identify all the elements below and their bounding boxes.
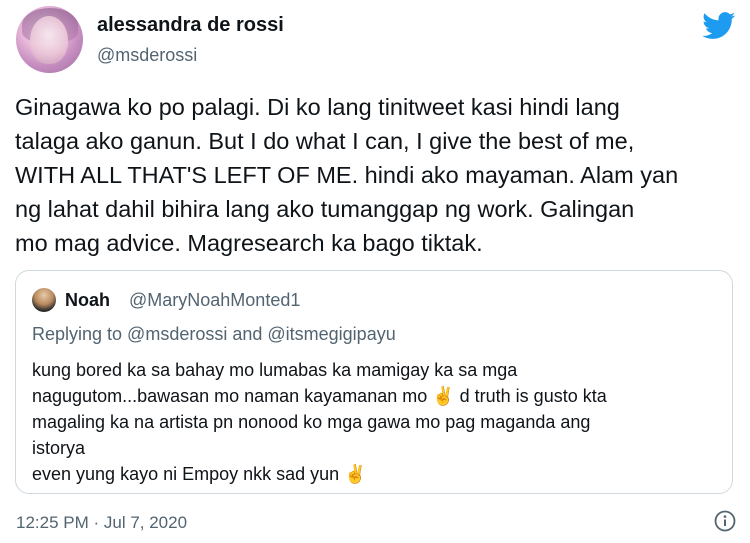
tweet-timestamp[interactable]: 12:25 PM · Jul 7, 2020 <box>16 513 187 533</box>
author-handle[interactable]: @msderossi <box>97 45 197 66</box>
twitter-bird-icon[interactable] <box>702 12 736 40</box>
quoted-author-avatar[interactable] <box>32 288 56 312</box>
author-display-name[interactable]: alessandra de rossi <box>97 14 284 37</box>
quoted-author-name[interactable]: Noah <box>65 290 110 311</box>
replying-to-line: Replying to @msderossi and @itsmegigipay… <box>32 324 396 344</box>
quoted-author-handle[interactable]: @MaryNoahMonted1 <box>129 290 300 311</box>
quoted-tweet-text: kung bored ka sa bahay mo lumabas ka mam… <box>32 360 607 484</box>
author-avatar[interactable] <box>16 6 83 73</box>
info-icon[interactable] <box>714 510 736 532</box>
tweet-text: Ginagawa ko po palagi. Di ko lang tinitw… <box>15 94 679 256</box>
embedded-tweet: alessandra de rossi @msderossi Ginagawa … <box>0 0 750 543</box>
quoted-tweet[interactable]: Noah @MaryNoahMonted1 Replying to @msder… <box>15 270 733 494</box>
